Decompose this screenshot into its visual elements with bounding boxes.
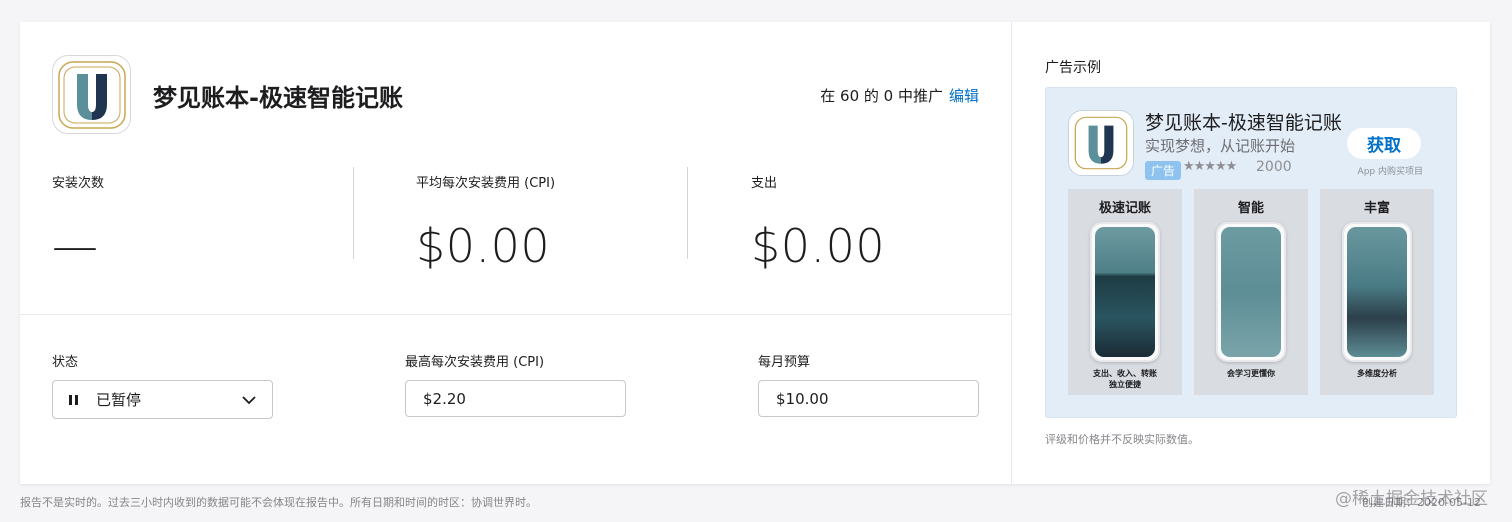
max-cpi-control: 最高每次安装费用 (CPI) $2.20: [405, 351, 626, 417]
u-logo-icon: [1068, 110, 1134, 176]
app-campaign-card: 梦见账本-极速智能记账 在 60 的 0 中推广 编辑 安装次数 — 平均每次安装…: [20, 22, 1490, 484]
watermark: @稀土掘金技术社区: [1335, 489, 1488, 509]
footer-note: 报告不是实时的。过去三小时内收到的数据可能不会体现在报告中。所有日期和时间的时区…: [20, 496, 537, 509]
ad-preview-panel: 广告示例 梦见账本-极速智能记账 实现梦想，从记账开始 广告 ★★★★★ 200…: [1012, 22, 1490, 484]
rating-stars: ★★★★★: [1183, 159, 1237, 174]
screenshot-caption: 支出、收入、转账 独立便捷: [1093, 369, 1157, 389]
section-divider: [20, 314, 1011, 315]
status-select[interactable]: 已暂停: [52, 380, 273, 419]
u-logo-icon: [52, 55, 131, 134]
budget-label: 每月预算: [758, 355, 811, 370]
spend-value: $0.00: [751, 219, 886, 273]
installs-stat: 安装次数 —: [52, 172, 104, 273]
installs-value: —: [52, 219, 99, 273]
screenshot-title: 智能: [1237, 201, 1264, 216]
chevron-down-icon: [242, 391, 256, 409]
max-cpi-label: 最高每次安装费用 (CPI): [405, 355, 545, 370]
in-app-purchase-label: App 内购买项目: [1357, 167, 1423, 177]
campaign-panel: 梦见账本-极速智能记账 在 60 的 0 中推广 编辑 安装次数 — 平均每次安装…: [20, 22, 1012, 484]
budget-input[interactable]: $10.00: [758, 380, 979, 417]
avg-cpi-stat: 平均每次安装费用 (CPI) $0.00: [416, 172, 555, 273]
stat-divider: [687, 167, 688, 259]
screenshot-title: 丰富: [1363, 201, 1390, 216]
ad-preview: 梦见账本-极速智能记账 实现梦想，从记账开始 广告 ★★★★★ 2000 获取 …: [1045, 87, 1457, 418]
edit-link[interactable]: 编辑: [949, 87, 979, 105]
screenshot-card: 智能 会学习更懂你: [1194, 189, 1308, 395]
spend-label: 支出: [751, 176, 778, 191]
pause-icon: [69, 394, 78, 405]
screenshot-caption: 多维度分析: [1357, 369, 1397, 378]
screenshot-caption: 会学习更懂你: [1227, 369, 1275, 378]
screenshot-card: 极速记账 支出、收入、转账 独立便捷: [1068, 189, 1182, 395]
phone-mockup: [1216, 222, 1286, 362]
ad-badge: 广告: [1145, 161, 1182, 180]
promotion-text: 在 60 的 0 中推广: [820, 87, 943, 105]
avg-cpi-value: $0.00: [416, 219, 551, 273]
ad-subtitle: 实现梦想，从记账开始: [1145, 137, 1296, 155]
ad-preview-title: 广告示例: [1045, 60, 1101, 76]
get-button: 获取: [1347, 128, 1421, 159]
screenshot-card: 丰富 多维度分析: [1320, 189, 1434, 395]
phone-mockup: [1090, 222, 1160, 362]
status-control: 状态 已暂停: [52, 351, 273, 419]
ad-app-name: 梦见账本-极速智能记账: [1145, 112, 1342, 134]
phone-mockup: [1342, 222, 1412, 362]
stat-divider: [353, 167, 354, 259]
app-name: 梦见账本-极速智能记账: [153, 84, 403, 112]
screenshot-title: 极速记账: [1098, 201, 1151, 216]
screenshot-strip: 极速记账 支出、收入、转账 独立便捷 智能 会学习更懂你 丰富 多维度分析: [1068, 189, 1434, 395]
status-label: 状态: [52, 355, 79, 370]
budget-control: 每月预算 $10.00: [758, 351, 979, 417]
disclaimer: 评级和价格并不反映实际数值。: [1045, 433, 1199, 446]
rating-count: 2000: [1256, 159, 1292, 175]
promotion-status: 在 60 的 0 中推广 编辑: [820, 85, 979, 106]
avg-cpi-label: 平均每次安装费用 (CPI): [416, 176, 556, 191]
max-cpi-input[interactable]: $2.20: [405, 380, 626, 417]
spend-stat: 支出 $0.00: [751, 172, 885, 273]
installs-label: 安装次数: [52, 176, 105, 191]
status-value: 已暂停: [96, 391, 142, 409]
